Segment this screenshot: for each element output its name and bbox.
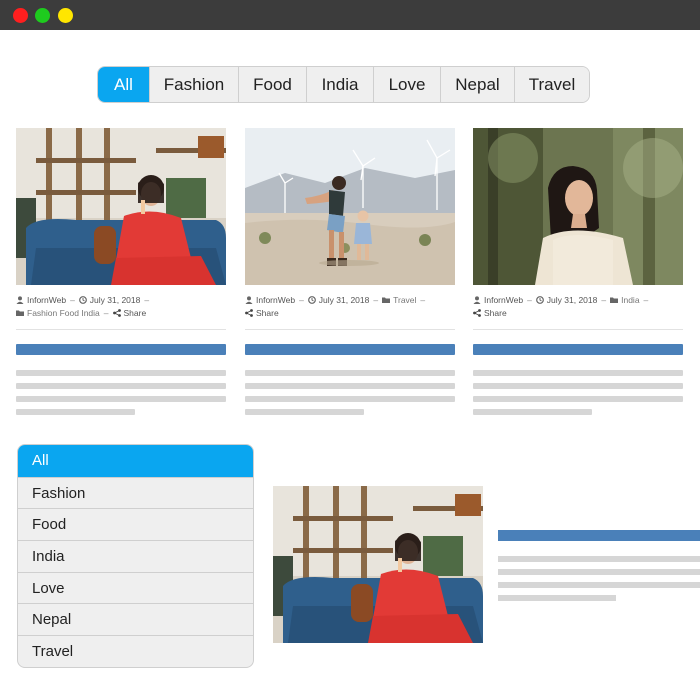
folder-icon <box>16 310 24 316</box>
post-card: InfornWeb – July 31, 2018– India – Share <box>473 128 683 415</box>
user-icon <box>16 296 24 304</box>
excerpt-line-placeholder <box>473 370 683 376</box>
folder-icon <box>610 297 619 303</box>
excerpt-line-placeholder <box>473 409 592 415</box>
vfilter-item-india[interactable]: India <box>18 540 253 572</box>
post-image[interactable] <box>245 128 455 285</box>
share-link[interactable]: Share <box>256 308 279 318</box>
excerpt-line-placeholder <box>16 370 226 376</box>
category-filter-bar: All Fashion Food India Love Nepal Travel <box>97 66 590 103</box>
excerpt-line-placeholder <box>473 396 683 402</box>
post-author[interactable]: InfornWeb <box>484 295 523 305</box>
folder-icon <box>382 297 391 303</box>
filter-tab-all[interactable]: All <box>98 67 149 102</box>
post-meta: InfornWeb – July 31, 2018– Travel – Share <box>245 294 455 320</box>
window-titlebar <box>0 0 700 30</box>
vfilter-item-love[interactable]: Love <box>18 571 253 604</box>
post-image[interactable] <box>473 128 683 285</box>
post-meta: InfornWeb – July 31, 2018– Fashion Food In… <box>16 294 226 320</box>
featured-excerpt-line <box>498 595 616 601</box>
post-card: InfornWeb – July 31, 2018– Fashion Food In… <box>16 128 226 415</box>
vfilter-item-fashion[interactable]: Fashion <box>18 476 253 509</box>
vfilter-item-food[interactable]: Food <box>18 508 253 540</box>
post-title-placeholder[interactable] <box>473 344 683 355</box>
user-icon <box>473 296 481 304</box>
maximize-window-button[interactable] <box>35 8 50 23</box>
post-card: InfornWeb – July 31, 2018– Travel – Share <box>245 128 455 415</box>
featured-post-image[interactable] <box>273 486 483 643</box>
post-image[interactable] <box>16 128 226 285</box>
post-categories[interactable]: Travel <box>393 295 416 305</box>
post-categories[interactable]: Fashion Food India <box>27 308 100 318</box>
share-icon <box>245 309 253 317</box>
post-date: July 31, 2018 <box>89 295 141 305</box>
user-icon <box>245 296 253 304</box>
excerpt-line-placeholder <box>473 383 683 389</box>
excerpt-line-placeholder <box>245 396 455 402</box>
meta-divider <box>473 329 683 330</box>
clock-icon <box>78 296 87 304</box>
post-date: July 31, 2018 <box>318 295 370 305</box>
post-categories[interactable]: India <box>621 295 639 305</box>
filter-tab-india[interactable]: India <box>306 67 373 102</box>
featured-excerpt-line <box>498 582 700 588</box>
post-date: July 31, 2018 <box>546 295 598 305</box>
post-author[interactable]: InfornWeb <box>27 295 66 305</box>
meta-divider <box>245 329 455 330</box>
post-title-placeholder[interactable] <box>16 344 226 355</box>
vfilter-item-nepal[interactable]: Nepal <box>18 603 253 635</box>
filter-tab-love[interactable]: Love <box>373 67 440 102</box>
clock-icon <box>307 296 316 304</box>
excerpt-line-placeholder <box>245 370 455 376</box>
featured-excerpt-line <box>498 569 700 575</box>
excerpt-line-placeholder <box>245 409 364 415</box>
share-link[interactable]: Share <box>124 308 147 318</box>
share-link[interactable]: Share <box>484 308 507 318</box>
filter-tab-travel[interactable]: Travel <box>514 67 589 102</box>
close-window-button[interactable] <box>13 8 28 23</box>
post-title-placeholder[interactable] <box>245 344 455 355</box>
share-icon <box>112 309 121 317</box>
post-author[interactable]: InfornWeb <box>256 295 295 305</box>
filter-tab-nepal[interactable]: Nepal <box>440 67 514 102</box>
clock-icon <box>535 296 544 304</box>
vfilter-item-travel[interactable]: Travel <box>18 635 253 667</box>
featured-excerpt-line <box>498 556 700 562</box>
vertical-category-filter: All Fashion Food India Love Nepal Travel <box>17 444 254 668</box>
filter-tab-fashion[interactable]: Fashion <box>149 67 238 102</box>
excerpt-line-placeholder <box>245 383 455 389</box>
excerpt-line-placeholder <box>16 383 226 389</box>
meta-divider <box>16 329 226 330</box>
vfilter-item-all[interactable]: All <box>18 445 253 477</box>
filter-tab-food[interactable]: Food <box>238 67 306 102</box>
excerpt-line-placeholder <box>16 396 226 402</box>
excerpt-line-placeholder <box>16 409 135 415</box>
share-icon <box>473 309 481 317</box>
featured-title-placeholder[interactable] <box>498 530 700 541</box>
post-meta: InfornWeb – July 31, 2018– India – Share <box>473 294 683 320</box>
minimize-window-button[interactable] <box>58 8 73 23</box>
